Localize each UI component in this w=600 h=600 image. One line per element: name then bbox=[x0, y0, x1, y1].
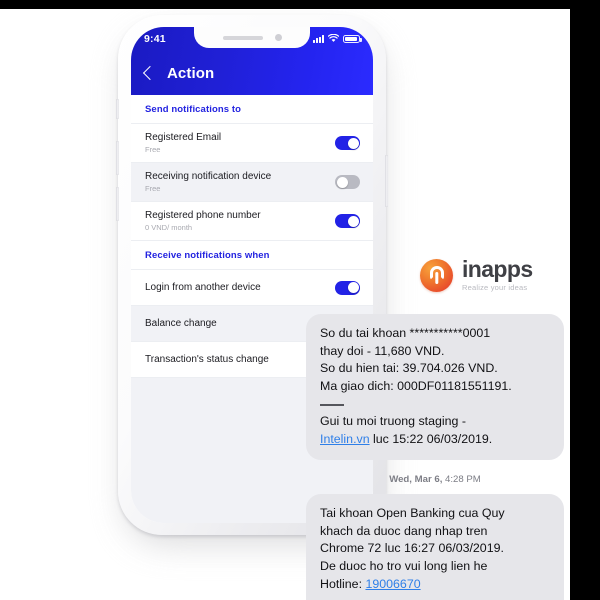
page-canvas: 9:41 Action Send notifications to Regist… bbox=[0, 9, 570, 600]
row-subtitle: 0 VND/ month bbox=[145, 222, 193, 232]
sms-footer-prefix: Gui tu moi truong staging - bbox=[320, 414, 467, 429]
row-title: Transaction's status change bbox=[145, 354, 269, 366]
nav-bar: Action bbox=[131, 51, 373, 95]
phone-volume-up-button[interactable] bbox=[116, 141, 119, 175]
phone-volume-down-button[interactable] bbox=[116, 187, 119, 221]
row-texts: Transaction's status change bbox=[145, 354, 269, 366]
sms-footer-suffix: luc 15:22 06/03/2019. bbox=[369, 431, 493, 446]
battery-icon bbox=[343, 34, 362, 44]
wifi-icon bbox=[327, 30, 340, 48]
toggle-login-from-another-device[interactable] bbox=[335, 280, 360, 295]
toggle-knob bbox=[347, 215, 359, 227]
row-texts: Registered phone number 0 VND/ month bbox=[145, 210, 261, 232]
sms-thread: So du tai khoan ***********0001 thay doi… bbox=[301, 314, 564, 600]
setting-row-registered-phone-number[interactable]: Registered phone number 0 VND/ month bbox=[131, 202, 373, 242]
back-chevron-icon[interactable] bbox=[142, 65, 158, 80]
section-header-send-notifications-to: Send notifications to bbox=[131, 95, 373, 124]
sms-line: So du hien tai: 39.704.026 VND. bbox=[320, 361, 498, 376]
section-header-receive-notifications-when: Receive notifications when bbox=[131, 241, 373, 271]
status-bar-icons bbox=[313, 30, 362, 48]
screenshot-stage: 9:41 Action Send notifications to Regist… bbox=[0, 0, 600, 600]
sms-bubble-login-notice: Tai khoan Open Banking cua Quy khach da … bbox=[306, 494, 564, 600]
sms-bubble-balance-change: So du tai khoan ***********0001 thay doi… bbox=[301, 314, 564, 461]
sms-hotline-label: Hotline: bbox=[320, 576, 366, 591]
sms-footer-line: Intelin.vn luc 15:22 06/03/2019. bbox=[320, 431, 550, 449]
sms-line: Chrome 72 luc 16:27 06/03/2019. bbox=[320, 541, 504, 556]
toggle-knob bbox=[336, 176, 348, 188]
toggle-registered-email[interactable] bbox=[335, 136, 360, 151]
sms-link-intelin[interactable]: Intelin.vn bbox=[320, 432, 370, 446]
setting-row-login-from-another-device[interactable]: Login from another device bbox=[131, 270, 373, 307]
row-title: Registered phone number bbox=[145, 210, 261, 222]
row-texts: Receiving notification device Free bbox=[145, 171, 271, 193]
sms-line: thay doi - 11,680 VND. bbox=[320, 343, 445, 358]
inapps-logo: inapps Realize your ideas bbox=[420, 258, 533, 292]
earpiece-speaker-icon bbox=[222, 35, 263, 40]
logo-tagline: Realize your ideas bbox=[462, 283, 528, 292]
toggle-knob bbox=[347, 137, 359, 149]
sms-hotline-line: Hotline: 19006670 bbox=[320, 576, 550, 594]
page-title: Action bbox=[167, 64, 215, 82]
inapps-logo-icon bbox=[420, 258, 453, 292]
signal-bars-icon bbox=[313, 35, 324, 43]
logo-wordmark: inapps Realize your ideas bbox=[462, 256, 533, 293]
sms-line: So du tai khoan ***********0001 bbox=[320, 326, 491, 340]
phone-mute-button[interactable] bbox=[116, 99, 119, 119]
setting-row-receiving-notification-device[interactable]: Receiving notification device Free bbox=[131, 163, 373, 203]
status-bar-time: 9:41 bbox=[144, 33, 166, 45]
setting-row-registered-email[interactable]: Registered Email Free bbox=[131, 124, 373, 164]
row-title: Login from another device bbox=[145, 282, 261, 294]
sms-link-hotline[interactable]: 19006670 bbox=[365, 577, 420, 591]
phone-power-button[interactable] bbox=[385, 155, 388, 207]
sms-line: De duoc ho tro vui long lien he bbox=[320, 559, 488, 574]
row-subtitle: Free bbox=[145, 144, 161, 154]
sms-divider bbox=[320, 404, 344, 407]
sms-line: Ma giao dich: 000DF01181551191. bbox=[320, 378, 512, 393]
logo-name: inapps bbox=[462, 256, 533, 282]
toggle-knob bbox=[347, 282, 359, 294]
sms-day-stamp-day: Wed, Mar 6, bbox=[389, 474, 446, 486]
row-texts: Registered Email Free bbox=[145, 132, 221, 154]
row-texts: Login from another device bbox=[145, 282, 261, 294]
sms-day-stamp-time: 4:28 PM bbox=[445, 474, 481, 486]
toggle-registered-phone-number[interactable] bbox=[335, 214, 360, 229]
row-title: Balance change bbox=[145, 318, 217, 330]
row-title: Registered Email bbox=[145, 132, 222, 143]
sms-line: khach da duoc dang nhap tren bbox=[320, 523, 488, 538]
front-camera-icon bbox=[274, 34, 282, 41]
row-subtitle: Free bbox=[145, 183, 161, 193]
row-title: Receiving notification device bbox=[145, 171, 272, 183]
toggle-receiving-notification-device[interactable] bbox=[335, 175, 360, 190]
phone-notch bbox=[194, 27, 310, 48]
sms-day-stamp: Wed, Mar 6, 4:28 PM bbox=[306, 474, 564, 485]
sms-line: Tai khoan Open Banking cua Quy bbox=[320, 506, 505, 521]
row-texts: Balance change bbox=[145, 318, 217, 330]
